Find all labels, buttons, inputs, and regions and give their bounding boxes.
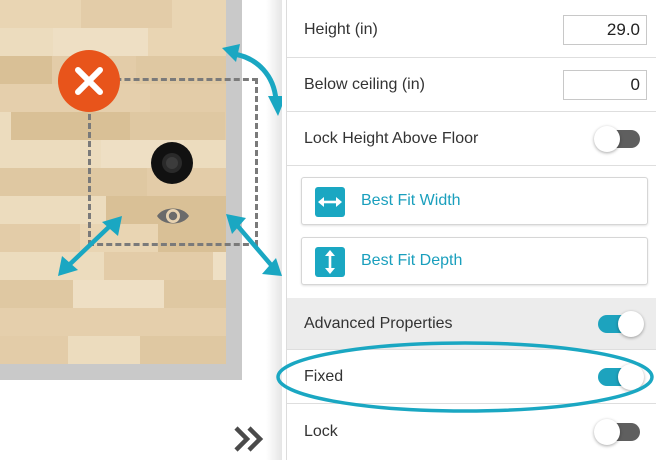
fixed-toggle[interactable] — [598, 364, 644, 390]
floor-plank — [0, 0, 82, 28]
floor-plank — [86, 308, 228, 336]
fixed-row: Fixed — [287, 350, 656, 404]
floor-plank — [73, 280, 165, 308]
lock-height-row: Lock Height Above Floor — [287, 112, 656, 166]
floor-plank — [148, 28, 228, 56]
height-row: Height (in) — [287, 0, 656, 58]
resize-handle-left[interactable] — [54, 214, 124, 278]
floor-plank — [81, 0, 173, 28]
best-fit-depth-button[interactable]: Best Fit Depth — [301, 237, 648, 285]
floor-plank — [0, 308, 87, 336]
close-icon — [75, 67, 103, 95]
floor-plank — [0, 28, 54, 56]
resize-handle-right[interactable] — [224, 212, 282, 280]
lock-height-label: Lock Height Above Floor — [304, 130, 479, 147]
floor-plank — [68, 336, 141, 364]
height-label: Height (in) — [304, 21, 378, 38]
delete-button[interactable] — [58, 50, 120, 112]
floor-plank — [0, 280, 74, 308]
lock-label: Lock — [304, 423, 338, 440]
floor-plank — [172, 0, 228, 28]
arrows-vertical-icon — [315, 247, 345, 277]
arrows-horizontal-icon — [315, 187, 345, 217]
best-fit-width-button[interactable]: Best Fit Width — [301, 177, 648, 225]
below-ceiling-input[interactable] — [563, 70, 647, 100]
floor-plank — [164, 280, 228, 308]
double-chevron-right-icon — [234, 426, 264, 452]
best-fit-width-label: Best Fit Width — [361, 192, 461, 209]
lock-row: Lock — [287, 404, 656, 460]
eye-icon[interactable] — [155, 203, 191, 229]
design-canvas[interactable] — [0, 0, 282, 460]
wall-horizontal — [0, 364, 242, 380]
lock-toggle[interactable] — [594, 419, 640, 445]
collapse-panel-button[interactable] — [232, 421, 268, 457]
below-ceiling-row: Below ceiling (in) — [287, 58, 656, 112]
fixed-label: Fixed — [304, 368, 344, 385]
resize-diagonal-icon — [226, 214, 282, 276]
advanced-properties-toggle[interactable] — [598, 311, 644, 337]
rotate-arrow-icon[interactable] — [220, 38, 282, 120]
resize-diagonal-icon — [58, 216, 122, 276]
best-fit-depth-label: Best Fit Depth — [361, 252, 463, 269]
advanced-properties-label: Advanced Properties — [304, 315, 453, 332]
floor-plank — [0, 56, 53, 84]
floor-plank — [0, 336, 69, 364]
advanced-properties-row[interactable]: Advanced Properties — [287, 298, 656, 350]
properties-panel: Height (in) Below ceiling (in) Lock Heig… — [286, 0, 656, 460]
height-input[interactable] — [563, 15, 647, 45]
floor-sensor-object[interactable] — [150, 141, 194, 185]
lock-height-toggle[interactable] — [594, 126, 640, 152]
floor-plank — [0, 140, 102, 168]
below-ceiling-label: Below ceiling (in) — [304, 76, 425, 93]
floor-plank — [140, 336, 228, 364]
